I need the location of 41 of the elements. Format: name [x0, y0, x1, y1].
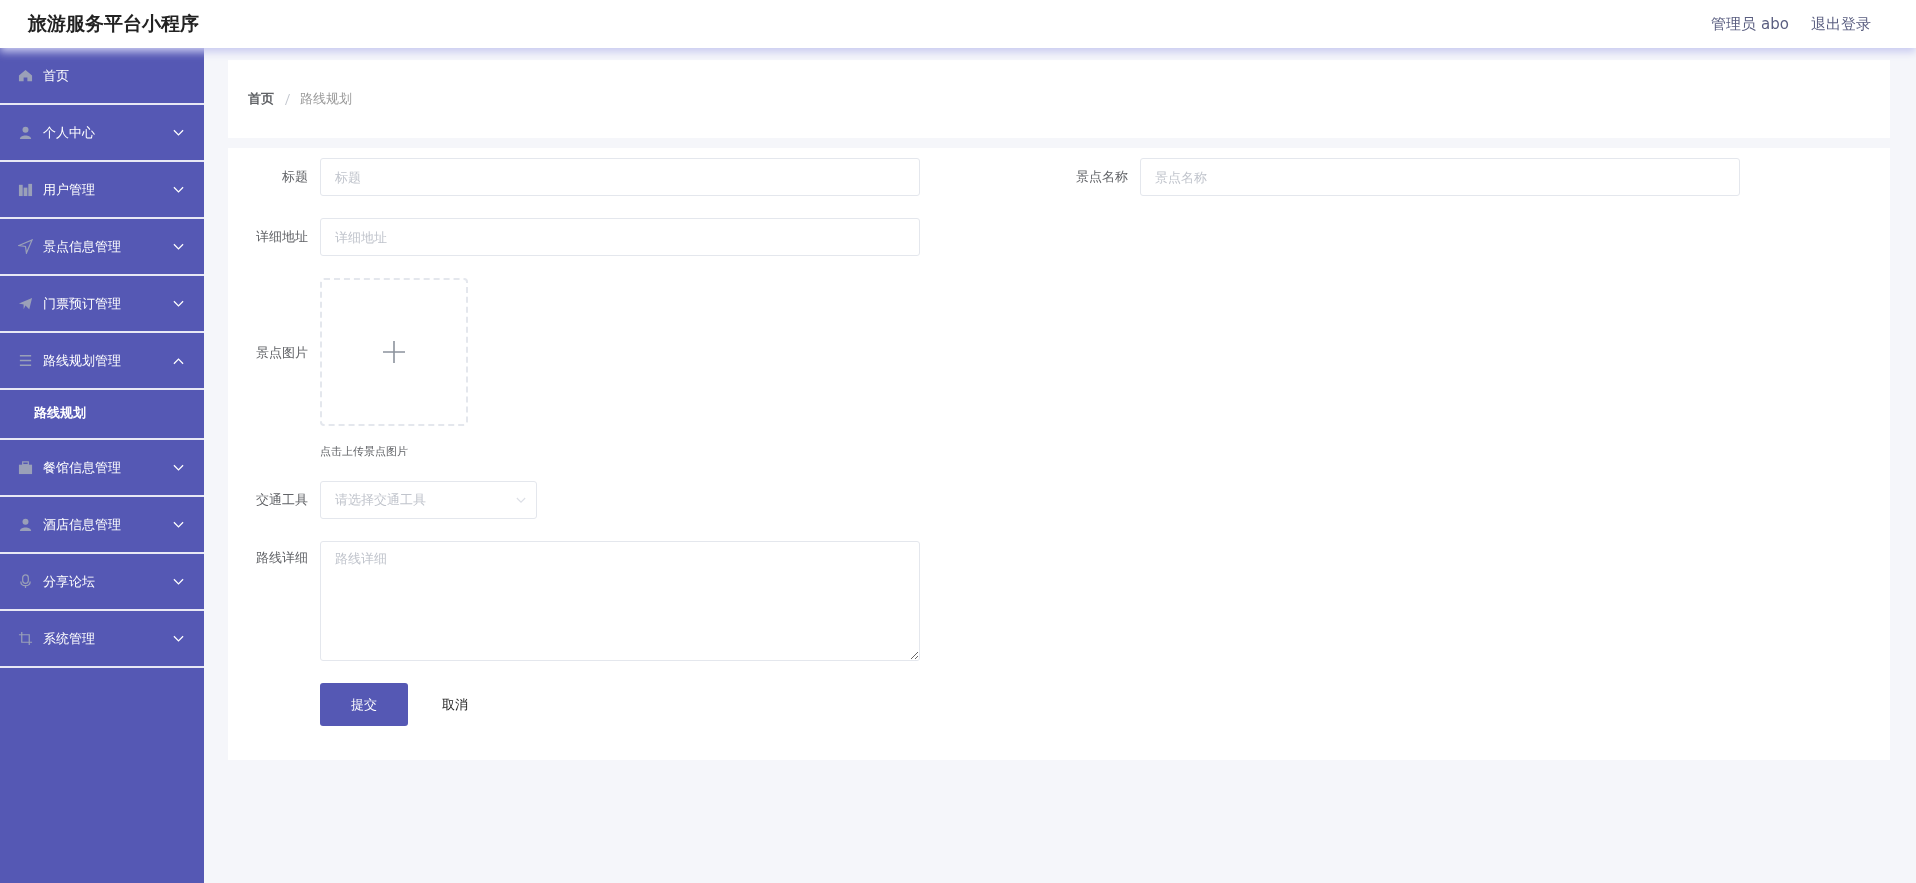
breadcrumb-link[interactable]: 首页 [248, 90, 274, 108]
app-title: 旅游服务平台小程序 [28, 11, 199, 36]
menu-item[interactable]: 门票预订管理 [0, 276, 204, 333]
menu-item[interactable]: 用户管理 [0, 162, 204, 219]
crop-icon [18, 631, 33, 646]
person-icon [18, 517, 33, 532]
submit-button[interactable]: 提交 [320, 683, 408, 726]
briefcase-icon [18, 460, 33, 475]
field-label: 景点名称 [1075, 168, 1129, 186]
bar-chart-icon [18, 182, 33, 197]
title-input[interactable]: 标题 [320, 158, 920, 196]
cancel-button[interactable]: 取消 [430, 683, 480, 726]
menu-item[interactable]: 路线规划管理 [0, 333, 204, 390]
user-name: 管理员 abo [1711, 14, 1789, 34]
submenu-item[interactable]: 路线规划 [0, 388, 204, 440]
microphone-icon [18, 574, 33, 589]
image-upload[interactable] [320, 278, 468, 426]
field-label: 标题 [281, 168, 309, 186]
menu-icon [18, 353, 33, 368]
route-detail-textarea[interactable]: 路线详细 [320, 541, 920, 661]
field-label: 景点图片 [255, 344, 309, 362]
address-input[interactable]: 详细地址 [320, 218, 920, 256]
field-label: 详细地址 [255, 228, 309, 246]
paper-plane-icon [18, 239, 33, 254]
spot-name-input[interactable]: 景点名称 [1140, 158, 1740, 196]
field-label: 交通工具 [255, 491, 309, 509]
upload-hint: 点击上传景点图片 [320, 444, 409, 459]
menu-item[interactable]: 个人中心 [0, 105, 204, 162]
plus-icon [382, 340, 406, 364]
home-icon [18, 68, 33, 83]
field-label: 路线详细 [255, 549, 309, 567]
paper-plane-icon [18, 296, 33, 311]
menu-item[interactable]: 系统管理 [0, 611, 204, 668]
menu-item[interactable]: 分享论坛 [0, 554, 204, 611]
menu-item[interactable]: 酒店信息管理 [0, 497, 204, 554]
person-icon [18, 125, 33, 140]
menu-item[interactable]: 首页 [0, 48, 204, 105]
menu-item[interactable]: 餐馆信息管理 [0, 440, 204, 497]
menu-item[interactable]: 景点信息管理 [0, 219, 204, 276]
chevron-icon [516, 496, 526, 504]
logout-link[interactable]: 退出登录 [1811, 14, 1871, 34]
